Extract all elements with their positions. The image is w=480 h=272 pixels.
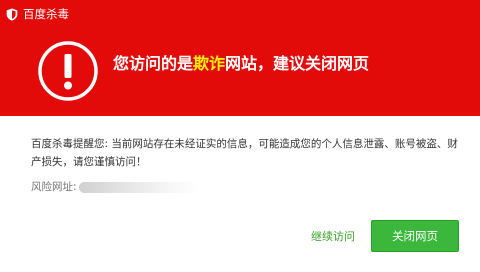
headline-text-before: 您访问的是: [113, 54, 194, 73]
risk-url-row: 风险网址:: [31, 179, 199, 195]
security-warning-window: 百度杀毒 您访问的是欺诈网站，建议关闭网页 百度杀毒提醒您: 当前网站存在未经证…: [0, 0, 480, 272]
continue-visit-link[interactable]: 继续访问: [311, 229, 355, 245]
headline-highlight: 欺诈: [193, 54, 226, 73]
shield-icon: [6, 8, 18, 21]
warning-headline: 您访问的是欺诈网站，建议关闭网页: [113, 53, 369, 75]
risk-url-value-blurred: [78, 181, 199, 193]
close-page-button[interactable]: 关闭网页: [371, 220, 459, 252]
exclamation-circle-icon: [38, 41, 98, 101]
title-bar: 百度杀毒: [0, 0, 480, 28]
risk-url-label: 风险网址:: [31, 181, 77, 193]
warning-message: 百度杀毒提醒您: 当前网站存在未经证实的信息，可能造成您的个人信息泄露、账号被盗…: [31, 138, 458, 168]
warning-banner: 百度杀毒 您访问的是欺诈网站，建议关闭网页: [0, 0, 480, 116]
app-title: 百度杀毒: [23, 7, 69, 21]
headline-text-after: 网站，建议关闭网页: [225, 54, 370, 73]
